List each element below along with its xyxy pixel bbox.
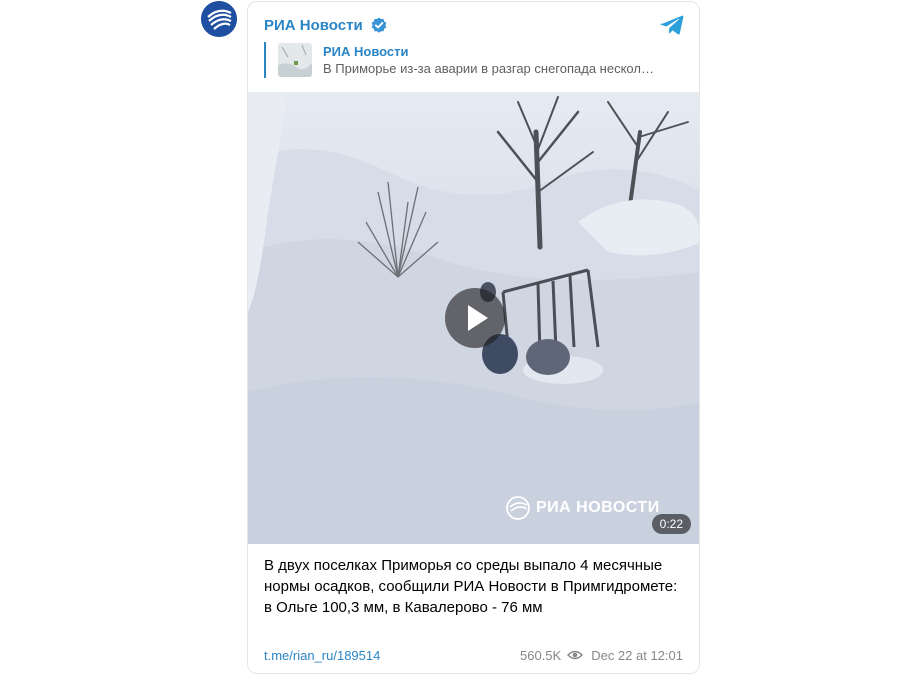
- channel-name[interactable]: РИА Новости: [264, 17, 363, 34]
- reply-body: В Приморье из-за аварии в разгар снегопа…: [323, 60, 654, 76]
- message-footer: t.me/rian_ru/189514 560.5K Dec 22 at 12:…: [264, 646, 683, 664]
- telegram-icon[interactable]: [659, 12, 685, 38]
- video-duration: 0:22: [651, 514, 691, 534]
- post-link[interactable]: t.me/rian_ru/189514: [264, 648, 380, 663]
- channel-avatar[interactable]: [201, 1, 237, 37]
- play-button[interactable]: [445, 288, 505, 348]
- message-header: РИА Новости: [264, 14, 387, 36]
- ria-logo-icon: [201, 1, 237, 37]
- reply-preview[interactable]: РИА Новости В Приморье из-за аварии в ра…: [264, 42, 683, 78]
- eye-icon: [567, 650, 584, 660]
- view-count: 560.5K: [520, 647, 562, 663]
- post-date[interactable]: Dec 22 at 12:01: [591, 648, 683, 663]
- message-card: РИА Новости РИА Новости В Приморье из-за…: [247, 1, 700, 674]
- post-text: В двух поселках Приморья со среды выпало…: [264, 557, 678, 616]
- reply-thumbnail: [278, 43, 312, 77]
- video-watermark: РИА НОВОСТИ: [506, 496, 660, 520]
- verified-icon: [371, 17, 386, 33]
- play-icon: [468, 305, 488, 331]
- reply-title: РИА Новости: [323, 43, 409, 59]
- ria-logo-icon: [506, 496, 530, 520]
- watermark-text: РИА НОВОСТИ: [536, 499, 660, 516]
- video-player[interactable]: РИА НОВОСТИ 0:22: [248, 92, 699, 544]
